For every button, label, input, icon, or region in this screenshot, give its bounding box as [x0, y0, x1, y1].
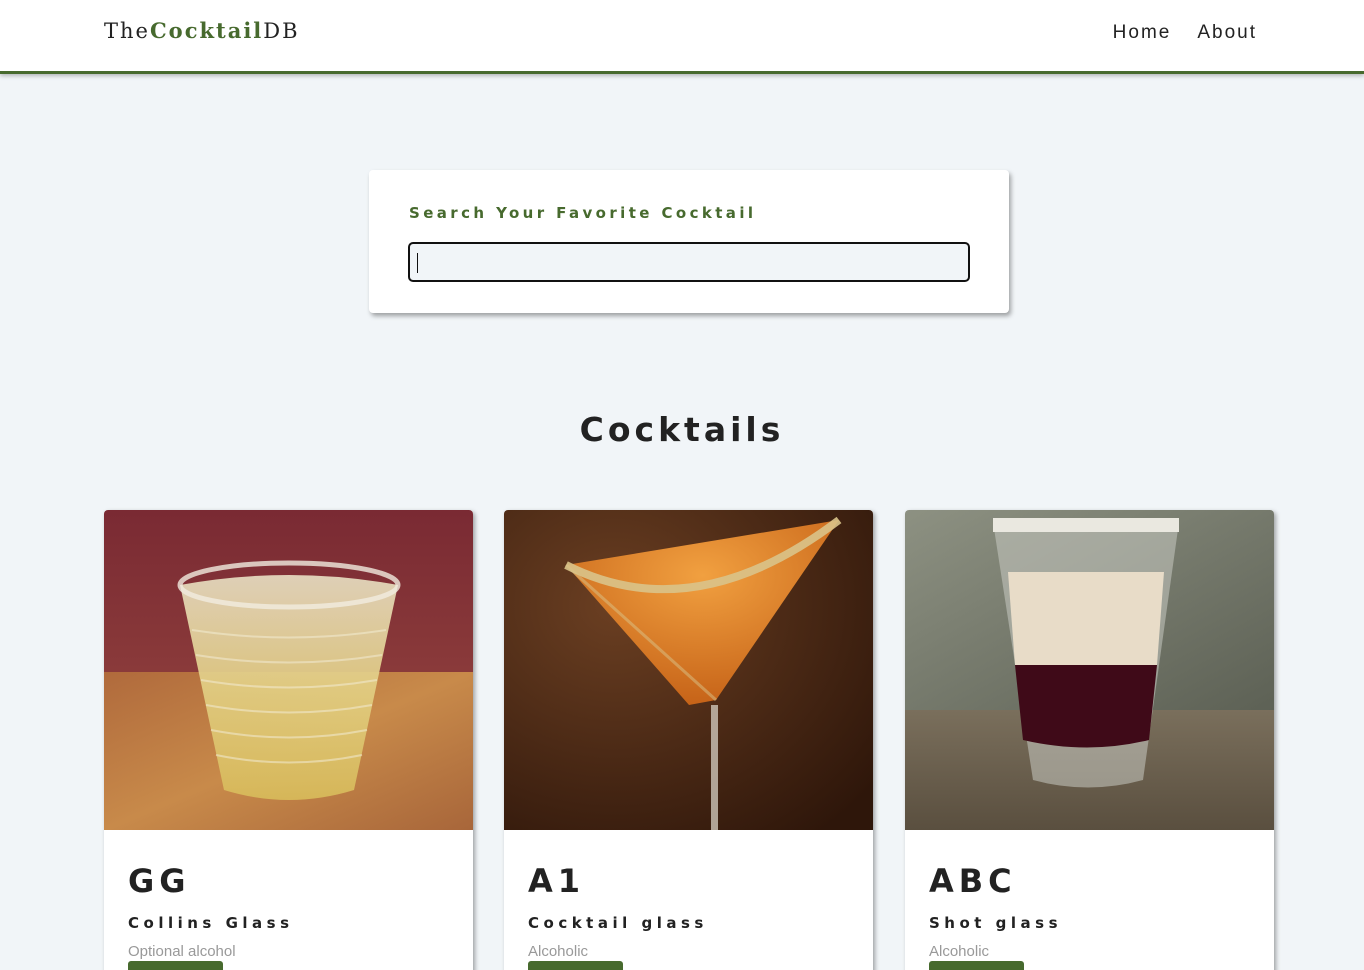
- text-caret: [417, 253, 418, 273]
- cocktail-card: GG Collins Glass Optional alcohol: [104, 510, 473, 970]
- nav-links: Home About: [1113, 22, 1257, 44]
- cocktail-glass: Shot glass: [929, 914, 1063, 932]
- cocktail-image[interactable]: [104, 510, 473, 830]
- details-button[interactable]: [528, 961, 623, 970]
- cocktail-card: ABC Shot glass Alcoholic: [905, 510, 1274, 970]
- logo-text-the: The: [104, 19, 150, 43]
- search-label: Search Your Favorite Cocktail: [409, 204, 757, 222]
- site-logo[interactable]: The Cocktail DB: [104, 18, 300, 43]
- cocktail-card: A1 Cocktail glass Alcoholic: [504, 510, 873, 970]
- cocktail-name: A1: [528, 862, 586, 900]
- cocktail-glass: Cocktail glass: [528, 914, 708, 932]
- logo-text-cocktail: Cocktail: [149, 18, 264, 43]
- cocktail-glass: Collins Glass: [128, 914, 294, 932]
- navbar: The Cocktail DB Home About: [0, 0, 1364, 74]
- logo-text-db: DB: [263, 19, 300, 43]
- details-button[interactable]: [128, 961, 223, 970]
- cocktail-image[interactable]: [905, 510, 1274, 830]
- nav-link-about[interactable]: About: [1197, 22, 1257, 44]
- cocktail-info: Alcoholic: [528, 943, 589, 960]
- cocktail-info: Alcoholic: [929, 943, 990, 960]
- nav-link-home[interactable]: Home: [1113, 22, 1172, 44]
- section-title: Cocktails: [579, 410, 785, 449]
- details-button[interactable]: [929, 961, 1024, 970]
- cocktail-info: Optional alcohol: [128, 943, 236, 960]
- cocktail-image[interactable]: [504, 510, 873, 830]
- search-form: Search Your Favorite Cocktail: [369, 170, 1009, 313]
- cocktail-name: GG: [128, 862, 191, 900]
- search-input[interactable]: [408, 242, 970, 282]
- cocktail-name: ABC: [929, 862, 1017, 900]
